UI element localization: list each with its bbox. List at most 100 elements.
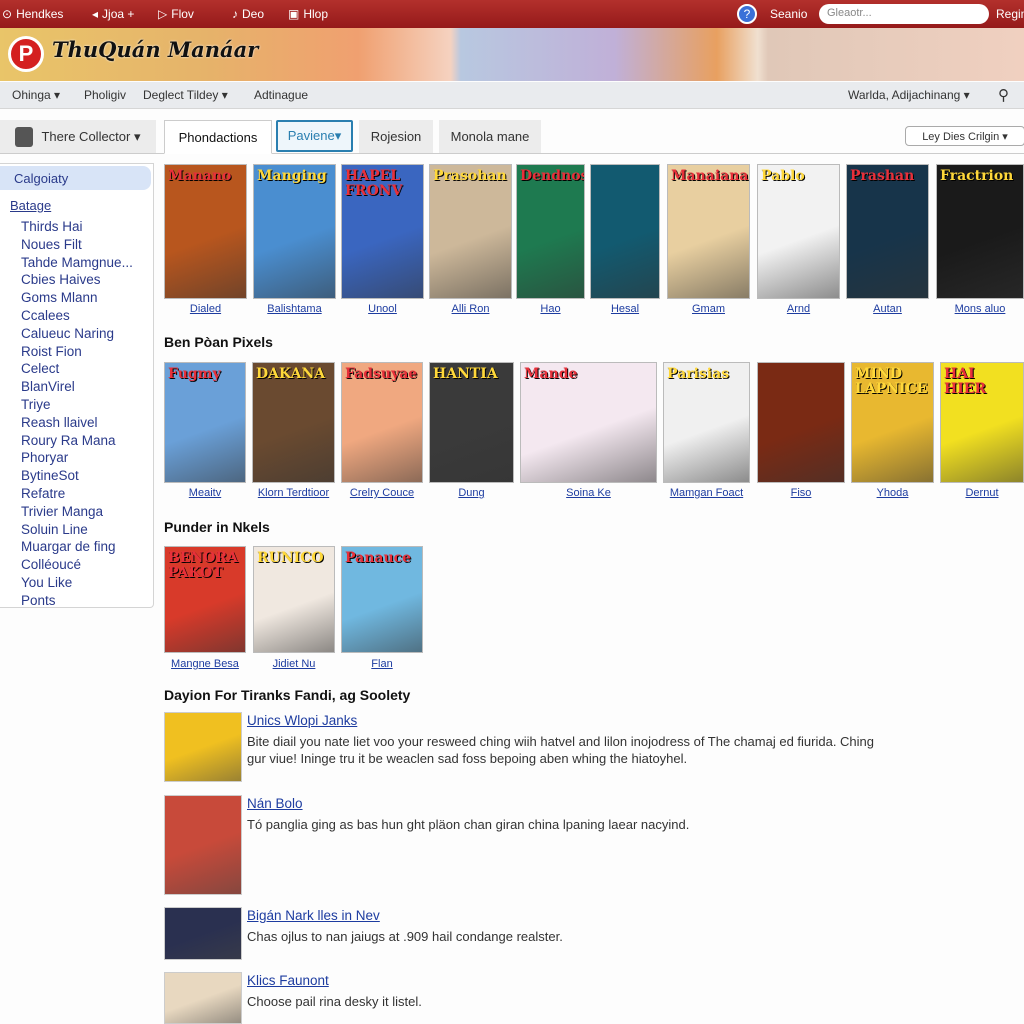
manga-link[interactable]: Fiso xyxy=(747,487,855,499)
manga-link[interactable]: Gmam xyxy=(657,303,760,315)
cover-title: Manano xyxy=(168,168,232,184)
sort-dropdown[interactable]: Ley Dies Crilgin ▾ xyxy=(905,126,1024,146)
manga-cover[interactable]: Pablo xyxy=(757,164,840,299)
sidebar-item[interactable]: Muargar de fing xyxy=(21,538,116,555)
manga-cover[interactable]: HANTIA xyxy=(429,362,514,483)
manga-cover[interactable]: Panauce xyxy=(341,546,423,653)
tab-0[interactable]: Phondactions xyxy=(164,120,272,154)
topbar-item[interactable]: ▷ Flov xyxy=(158,7,194,21)
topbar-item[interactable]: ▣ Hlop xyxy=(288,7,328,21)
manga-link[interactable]: Mons aluo xyxy=(926,303,1024,315)
sidebar-item[interactable]: Calueuc Naring xyxy=(21,325,114,342)
register-link[interactable]: Regim xyxy=(996,7,1024,21)
search-input[interactable]: Gleaotr... xyxy=(819,4,989,24)
sidebar-item[interactable]: Ponts xyxy=(21,592,56,609)
manga-link[interactable]: Mamgan Foact xyxy=(653,487,760,499)
list-item-title[interactable]: Unics Wlopi Janks xyxy=(247,713,357,728)
nav-item[interactable]: Deglect Tildey ▾ xyxy=(143,88,228,102)
sidebar-item[interactable]: Celect xyxy=(21,360,59,377)
search-icon[interactable]: ⚲ xyxy=(998,86,1009,104)
sidebar-item[interactable]: Phoryar xyxy=(21,449,68,466)
manga-cover[interactable]: Prashan xyxy=(846,164,929,299)
manga-link[interactable]: Mangne Besa xyxy=(154,658,256,670)
site-logo[interactable]: P xyxy=(8,36,44,72)
manga-cover[interactable]: Manging xyxy=(253,164,336,299)
sidebar-item[interactable]: Noues Filt xyxy=(21,236,82,253)
manga-link[interactable]: Flan xyxy=(331,658,433,670)
sidebar-item[interactable]: Colléoucé xyxy=(21,556,81,573)
sidebar-item[interactable]: Tahde Mamgnue... xyxy=(21,254,133,271)
collector-dropdown[interactable]: There Collector ▾ xyxy=(0,120,156,153)
list-item-title[interactable]: Nán Bolo xyxy=(247,796,303,811)
play-icon: ▷ xyxy=(158,7,168,21)
cover-title: Fractrion xyxy=(940,168,1014,184)
manga-link[interactable]: Dernut xyxy=(930,487,1024,499)
list-item-title[interactable]: Bigán Nark lles in Nev xyxy=(247,908,380,923)
tab-1[interactable]: Paviene▾ xyxy=(276,120,353,152)
manga-cover[interactable]: MIND LAPNICE xyxy=(851,362,934,483)
manga-cover[interactable]: Manaiana xyxy=(667,164,750,299)
sidebar-item[interactable]: Triye xyxy=(21,396,51,413)
manga-cover[interactable]: Fugmy xyxy=(164,362,246,483)
help-icon[interactable]: ? xyxy=(737,4,757,24)
manga-link[interactable]: Klorn Terdtioor xyxy=(242,487,345,499)
topbar-item[interactable]: ♪ Deo xyxy=(232,7,264,21)
manga-cover[interactable]: Fractrion xyxy=(936,164,1024,299)
topbar-item[interactable]: ◂ Jjoa + xyxy=(92,7,134,21)
manga-cover[interactable]: Prasohan xyxy=(429,164,512,299)
sidebar-item[interactable]: Thirds Hai xyxy=(21,218,83,235)
sidebar-item[interactable]: Roist Fion xyxy=(21,343,82,360)
search-link[interactable]: Seanio xyxy=(770,7,807,21)
list-item-title[interactable]: Klics Faunont xyxy=(247,973,329,988)
manga-link[interactable]: Dialed xyxy=(154,303,257,315)
list-thumbnail[interactable] xyxy=(164,907,242,960)
nav-item[interactable]: Ohinga ▾ xyxy=(12,88,60,102)
topbar-item[interactable]: ⊙ Hendkes xyxy=(2,7,63,21)
sidebar-group[interactable]: Batage xyxy=(10,197,51,214)
manga-link[interactable]: Dung xyxy=(419,487,524,499)
manga-cover[interactable]: Parisias xyxy=(663,362,750,483)
manga-cover[interactable]: DAKANA xyxy=(252,362,335,483)
manga-cover[interactable]: HAI HIER xyxy=(940,362,1024,483)
manga-cover[interactable]: Manano xyxy=(164,164,247,299)
manga-link[interactable]: Crelry Couce xyxy=(331,487,433,499)
manga-link[interactable]: Meaitv xyxy=(154,487,256,499)
list-thumbnail[interactable] xyxy=(164,972,242,1024)
cover-title: Manaiana xyxy=(671,168,749,184)
sidebar-item[interactable]: BytineSot xyxy=(21,467,79,484)
manga-link[interactable]: Soina Ke xyxy=(510,487,667,499)
sidebar-item[interactable]: Roury Ra Mana xyxy=(21,432,116,449)
nav-item[interactable]: Adtinague xyxy=(254,88,308,102)
manga-cover[interactable] xyxy=(757,362,845,483)
manga-cover[interactable]: Fadsuyae xyxy=(341,362,423,483)
manga-link[interactable]: Autan xyxy=(836,303,939,315)
sidebar-item[interactable]: Ccalees xyxy=(21,307,70,324)
tab-3[interactable]: Monola mane xyxy=(439,120,541,153)
manga-link[interactable]: Jidiet Nu xyxy=(243,658,345,670)
tab-2[interactable]: Rojesion xyxy=(359,120,433,153)
manga-link[interactable]: Arnd xyxy=(747,303,850,315)
sidebar-item[interactable]: Refatre xyxy=(21,485,65,502)
sidebar-item[interactable]: Trivier Manga xyxy=(21,503,103,520)
manga-cover[interactable]: Dendnos xyxy=(516,164,585,299)
manga-cover[interactable]: BENORA PAKOT xyxy=(164,546,246,653)
sidebar-item[interactable]: Goms Mlann xyxy=(21,289,98,306)
sidebar-item[interactable]: BlanVirel xyxy=(21,378,75,395)
cover-title: Mande xyxy=(524,366,578,382)
sidebar-item[interactable]: Cbies Haives xyxy=(21,271,101,288)
sidebar-category[interactable]: Calgoiaty xyxy=(0,166,151,190)
nav-item[interactable]: Pholigiv xyxy=(84,88,126,102)
sidebar-item[interactable]: Reash llaivel xyxy=(21,414,98,431)
site-title[interactable]: ThuQuán Manáar xyxy=(52,37,258,62)
manga-cover[interactable] xyxy=(590,164,660,299)
manga-cover[interactable]: Mande xyxy=(520,362,657,483)
manga-link[interactable]: Yhoda xyxy=(841,487,944,499)
sidebar-item[interactable]: Soluin Line xyxy=(21,521,88,538)
list-thumbnail[interactable] xyxy=(164,795,242,895)
sidebar-item[interactable]: You Like xyxy=(21,574,72,591)
user-menu[interactable]: Warlda, Adijachinang ▾ xyxy=(848,88,970,102)
manga-cover[interactable]: RUNICO xyxy=(253,546,335,653)
list-thumbnail[interactable] xyxy=(164,712,242,782)
manga-cover[interactable]: HAPEL FRONV xyxy=(341,164,424,299)
section-heading: Dayion For Tiranks Fandi, ag Soolety xyxy=(164,687,411,703)
